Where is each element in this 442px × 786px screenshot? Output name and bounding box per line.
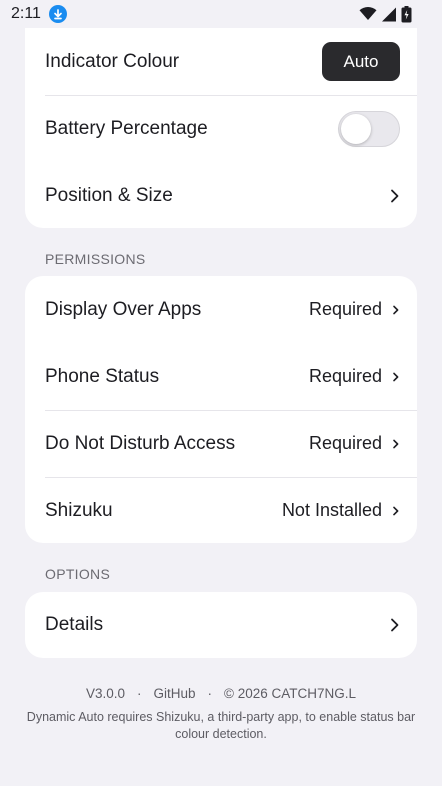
phone-status-label: Phone Status <box>45 365 160 387</box>
battery-icon <box>401 5 412 22</box>
separator: · <box>207 686 213 701</box>
status-bar: 2:11 <box>0 0 442 28</box>
display-settings-card: Indicator Colour Auto Battery Percentage… <box>25 28 417 228</box>
do-not-disturb-label: Do Not Disturb Access <box>45 432 236 454</box>
download-icon <box>48 5 67 23</box>
display-over-apps-row[interactable]: Display Over Apps Required <box>25 276 417 343</box>
toggle-knob <box>341 113 371 144</box>
display-over-apps-status: Required <box>309 299 400 320</box>
signal-icon <box>382 7 396 21</box>
options-card: Details <box>25 592 417 658</box>
version-label: V3.0.0 <box>85 686 125 701</box>
chevron-right-icon <box>393 372 399 381</box>
indicator-colour-label: Indicator Colour <box>45 50 180 72</box>
footer-links: V3.0.0 · GitHub · © 2026 CATCH7NG.L <box>0 686 442 701</box>
do-not-disturb-row[interactable]: Do Not Disturb Access Required <box>25 410 417 477</box>
shizuku-label: Shizuku <box>45 499 113 521</box>
phone-status-row[interactable]: Phone Status Required <box>25 343 417 410</box>
chevron-right-icon <box>391 189 399 202</box>
display-over-apps-value: Required <box>308 299 382 319</box>
details-row[interactable]: Details <box>25 592 417 658</box>
shizuku-status: Not Installed <box>282 500 400 521</box>
footer-description: Dynamic Auto requires Shizuku, a third-p… <box>26 710 416 741</box>
chevron-right-icon <box>393 305 399 314</box>
phone-status-status: Required <box>309 366 400 387</box>
chevron-right-icon <box>391 618 399 632</box>
do-not-disturb-value: Required <box>308 433 382 453</box>
status-right <box>359 5 412 23</box>
battery-percentage-row[interactable]: Battery Percentage <box>25 95 417 162</box>
separator: · <box>137 686 142 701</box>
shizuku-row[interactable]: Shizuku Not Installed <box>25 477 417 544</box>
chevron-right-icon <box>393 506 399 515</box>
display-over-apps-label: Display Over Apps <box>45 298 202 320</box>
phone-status-value: Required <box>308 366 382 386</box>
battery-percentage-toggle[interactable] <box>338 110 400 147</box>
github-link[interactable]: GitHub <box>154 686 196 701</box>
shizuku-value: Not Installed <box>281 500 382 520</box>
status-time: 2:11 <box>11 5 41 22</box>
do-not-disturb-status: Required <box>309 433 400 454</box>
options-header: OPTIONS <box>45 566 111 582</box>
chevron-right-icon <box>393 439 399 448</box>
indicator-colour-auto-button[interactable]: Auto <box>322 42 400 81</box>
permissions-card: Display Over Apps Required Phone Status … <box>25 276 417 543</box>
copyright-text: © 2026 CATCH7NG.L <box>224 686 357 701</box>
permissions-header: PERMISSIONS <box>45 251 146 267</box>
battery-percentage-label: Battery Percentage <box>45 117 208 139</box>
indicator-colour-row: Indicator Colour Auto <box>25 28 417 95</box>
position-size-label: Position & Size <box>45 184 173 206</box>
details-label: Details <box>45 614 104 635</box>
position-size-row[interactable]: Position & Size <box>25 162 417 229</box>
wifi-icon <box>359 7 377 20</box>
status-left: 2:11 <box>11 5 67 23</box>
